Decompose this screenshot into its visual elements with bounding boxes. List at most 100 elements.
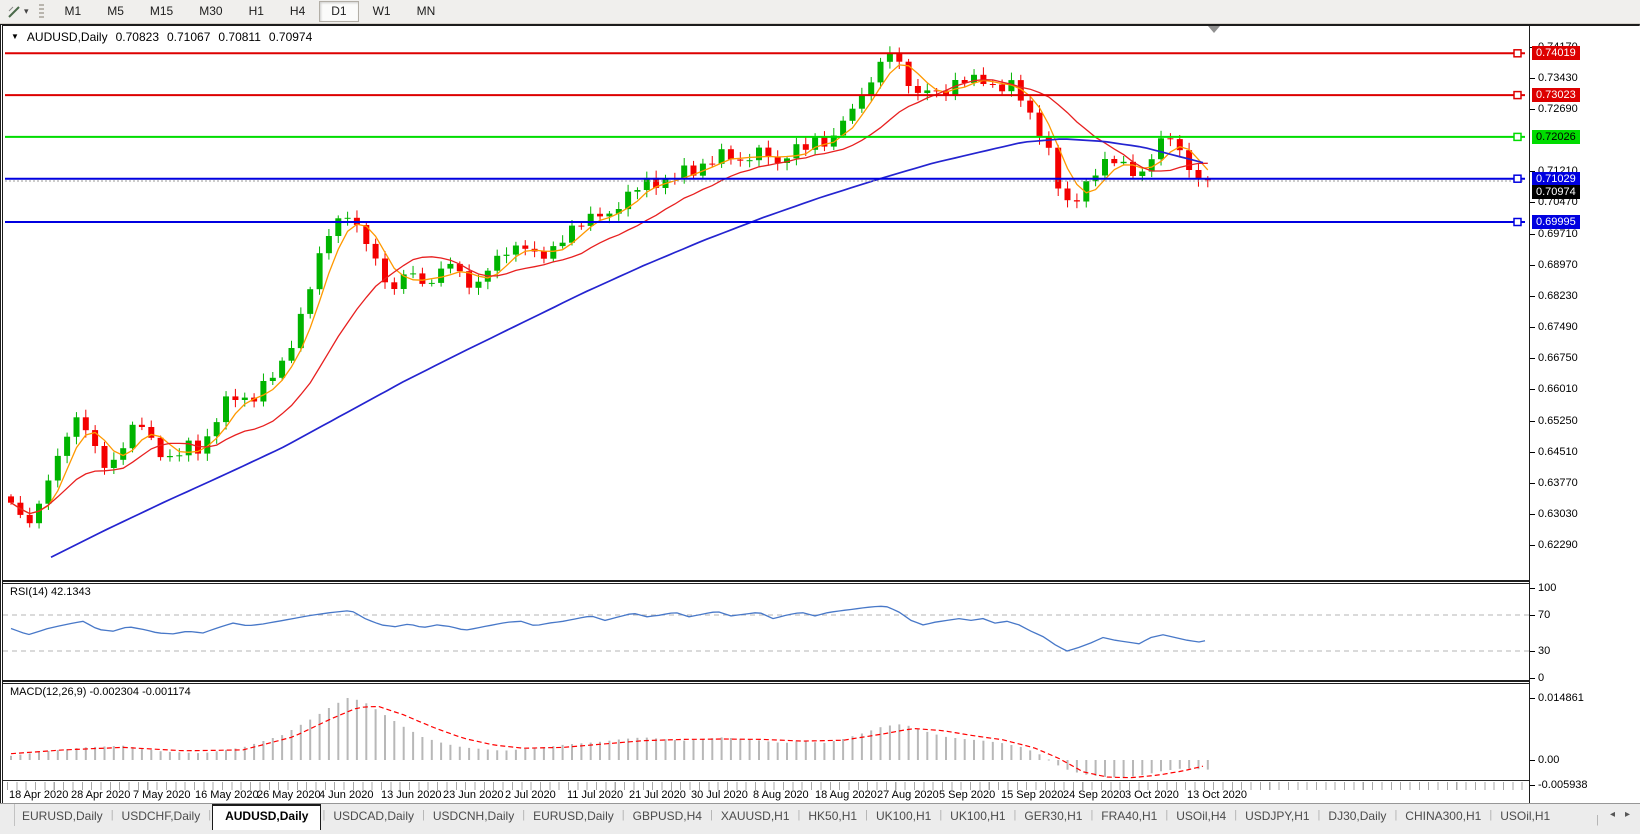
- tab-fra40-h1[interactable]: FRA40,H1: [1094, 804, 1164, 827]
- hline-handle[interactable]: [1513, 49, 1522, 58]
- candlestick: [82, 417, 89, 431]
- timeframe-button-w1[interactable]: W1: [361, 1, 403, 22]
- price-tick-label: 0.72690: [1530, 103, 1578, 115]
- rsi-line: [10, 605, 1206, 652]
- date-label: 18 Aug 2020: [815, 789, 877, 801]
- date-label: 16 May 2020: [195, 789, 259, 801]
- macd-chart-canvas[interactable]: [3, 684, 1529, 780]
- macd-bar: [327, 708, 330, 760]
- tab-usdjpy-h1[interactable]: USDJPY,H1: [1238, 804, 1316, 827]
- ohlc-close: 0.70974: [268, 30, 313, 44]
- tab-gbpusd-h4[interactable]: GBPUSD,H4: [626, 804, 709, 827]
- tab-uk100-h1[interactable]: UK100,H1: [943, 804, 1012, 827]
- tabs-scroll-right-icon[interactable]: ▸: [1625, 809, 1630, 826]
- tool-dropdown-caret[interactable]: ▾: [24, 6, 29, 17]
- tab-usoil-h1[interactable]: USOil,H1: [1493, 804, 1557, 827]
- tab-hk50-h1[interactable]: HK50,H1: [801, 804, 864, 827]
- macd-tick-label: 0.00: [1529, 754, 1560, 766]
- macd-bar: [150, 749, 153, 760]
- macd-bar: [1132, 760, 1134, 777]
- macd-bar: [28, 753, 31, 760]
- tab-dj30-daily[interactable]: DJ30,Daily: [1321, 804, 1393, 827]
- candlestick: [858, 95, 865, 109]
- hline-handle[interactable]: [1513, 132, 1522, 142]
- toolbar-grip[interactable]: [38, 4, 44, 19]
- chart-window[interactable]: ▼ AUDUSD,Daily 0.70823 0.71067 0.70811 0…: [0, 24, 1640, 803]
- date-label: 2 Jul 2020: [505, 789, 556, 801]
- candlestick: [746, 160, 753, 162]
- candlestick: [428, 282, 435, 284]
- candlestick: [1036, 112, 1043, 138]
- date-label: 13 Oct 2020: [1187, 789, 1247, 801]
- macd-bar: [888, 725, 891, 760]
- candlestick: [157, 437, 164, 458]
- collapse-icon[interactable]: ▼: [11, 30, 19, 44]
- tab-usdcnh-daily[interactable]: USDCNH,Daily: [426, 804, 521, 827]
- macd-bar: [776, 742, 779, 760]
- price-tick-label: 0.68230: [1530, 290, 1578, 302]
- tab-eurusd-daily[interactable]: EURUSD,Daily: [526, 804, 621, 827]
- macd-bar: [112, 746, 115, 760]
- hline-handle[interactable]: [1513, 90, 1522, 100]
- candlestick: [989, 84, 996, 85]
- hline-handle[interactable]: [1513, 217, 1522, 227]
- timeframe-button-h1[interactable]: H1: [237, 1, 276, 22]
- macd-bar: [337, 702, 340, 760]
- macd-bar: [197, 753, 199, 760]
- macd-bar: [47, 751, 50, 760]
- macd-bar: [1075, 760, 1078, 773]
- timeframe-button-d1[interactable]: D1: [319, 1, 359, 22]
- timeframe-button-m15[interactable]: M15: [138, 1, 185, 22]
- macd-bar: [440, 742, 443, 760]
- macd-bar: [524, 748, 527, 760]
- chart-bottom-frame: [3, 780, 1639, 781]
- timeframe-button-m30[interactable]: M30: [187, 1, 234, 22]
- candlestick: [1064, 188, 1071, 201]
- price-tick-label: 0.65250: [1530, 414, 1578, 427]
- macd-bar: [683, 740, 686, 760]
- candlestick: [101, 446, 108, 468]
- macd-bar: [1038, 754, 1041, 760]
- tab-audusd-daily[interactable]: AUDUSD,Daily: [212, 804, 322, 830]
- hline-handle[interactable]: [1513, 174, 1522, 183]
- macd-bar: [38, 752, 40, 760]
- price-tick-label: 0.73430: [1530, 72, 1578, 84]
- date-label: 26 May 2020: [257, 789, 321, 801]
- candlestick: [1120, 161, 1127, 164]
- timeframe-button-m5[interactable]: M5: [95, 1, 136, 22]
- tab-usoil-h4[interactable]: USOil,H4: [1169, 804, 1233, 827]
- tab-usdcad-daily[interactable]: USDCAD,Daily: [326, 804, 421, 827]
- timeframe-button-mn[interactable]: MN: [405, 1, 448, 22]
- rsi-chart-canvas[interactable]: [3, 584, 1529, 680]
- timeframe-button-m1[interactable]: M1: [53, 1, 94, 22]
- candlestick: [643, 177, 650, 190]
- date-label: 8 Aug 2020: [753, 789, 809, 801]
- pane-separator[interactable]: [3, 580, 1639, 584]
- tab-xauusd-h1[interactable]: XAUUSD,H1: [714, 804, 797, 827]
- price-axis[interactable]: 0.741700.734300.726900.712100.704700.697…: [1529, 26, 1640, 803]
- candlestick: [1102, 159, 1108, 176]
- chart-shift-marker[interactable]: [1208, 26, 1220, 33]
- date-label: 24 Sep 2020: [1063, 789, 1126, 801]
- tab-eurusd-daily[interactable]: EURUSD,Daily: [15, 804, 110, 827]
- tab-uk100-h1[interactable]: UK100,H1: [869, 804, 938, 827]
- candlestick: [260, 381, 267, 402]
- price-chart-canvas[interactable]: [3, 26, 1529, 580]
- date-axis: 18 Apr 2020 28 Apr 2020 7 May 2020 16 May 2…: [3, 789, 1529, 803]
- tab-ger30-h1[interactable]: GER30,H1: [1017, 804, 1089, 827]
- timeframe-toolbar: ▾ M1 M5 M15 M30 H1 H4 D1 W1 MN: [0, 0, 1640, 24]
- candlestick: [1167, 138, 1174, 140]
- candlestick: [512, 245, 519, 255]
- timeframe-button-h4[interactable]: H4: [278, 1, 317, 22]
- candlestick: [802, 144, 809, 150]
- candlestick: [709, 163, 716, 165]
- tab-china300-h1[interactable]: CHINA300,H1: [1398, 804, 1488, 827]
- macd-bar: [430, 739, 433, 760]
- level-price-label: 0.74019: [1532, 46, 1580, 61]
- tabs-scroll-left-icon[interactable]: ◂: [1610, 809, 1615, 826]
- pane-separator[interactable]: [3, 680, 1639, 684]
- tab-usdchf-daily[interactable]: USDCHF,Daily: [115, 804, 208, 827]
- macd-bar: [898, 724, 901, 760]
- line-studies-icon[interactable]: [4, 3, 24, 21]
- candlestick: [223, 396, 229, 423]
